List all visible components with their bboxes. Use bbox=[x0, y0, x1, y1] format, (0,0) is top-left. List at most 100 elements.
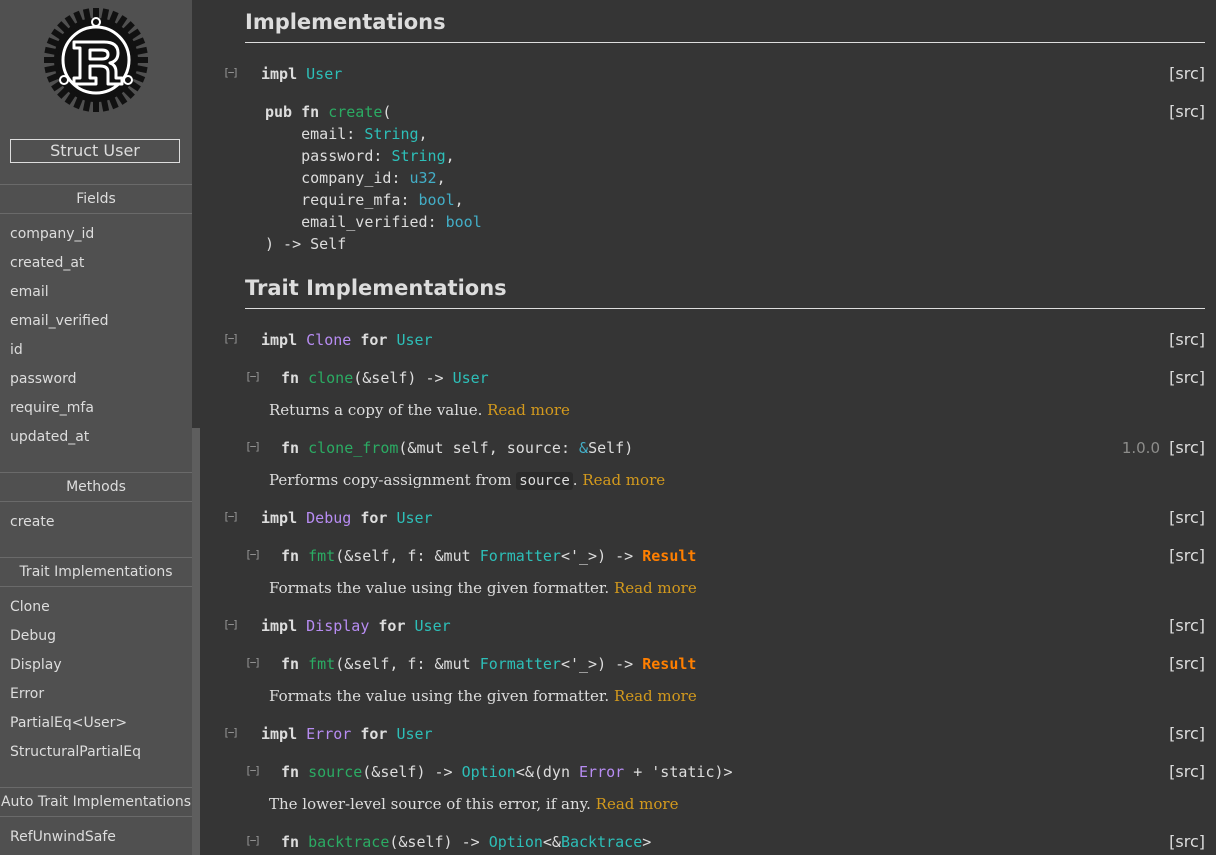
type-link[interactable]: User bbox=[396, 725, 432, 743]
sidebar-item-field[interactable]: created_at bbox=[10, 254, 84, 272]
collapse-toggle-icon[interactable]: − bbox=[245, 765, 261, 778]
read-more-link[interactable]: Read more bbox=[614, 687, 697, 705]
sidebar-item-trait-impl[interactable]: Display bbox=[10, 656, 62, 674]
fn-link[interactable]: clone_from bbox=[308, 439, 398, 457]
sidebar-item-trait-impl[interactable]: PartialEq<User> bbox=[10, 714, 127, 732]
type-link[interactable]: u32 bbox=[410, 169, 437, 187]
collapse-toggle-icon[interactable]: − bbox=[223, 333, 239, 346]
backtrace-fn-signature: fn backtrace(&self) -> Option<&Backtrace… bbox=[281, 833, 652, 851]
clone-doc: Returns a copy of the value. Read more bbox=[269, 401, 570, 419]
impl-debug-row: − impl Debug for User [src] bbox=[200, 507, 1216, 529]
sidebar-scrollbar-thumb[interactable] bbox=[192, 428, 200, 855]
sidebar-item-trait-impl[interactable]: StructuralPartialEq bbox=[10, 743, 141, 761]
src-link[interactable]: [src] bbox=[1169, 653, 1205, 675]
clone-fn-signature: fn clone(&self) -> User bbox=[281, 369, 489, 387]
type-link[interactable]: Formatter bbox=[480, 655, 561, 673]
sidebar-item-field[interactable]: email bbox=[10, 283, 49, 301]
implementations-heading: Implementations bbox=[245, 0, 1205, 43]
impl-error-row: − impl Error for User [src] bbox=[200, 723, 1216, 745]
type-link[interactable]: Formatter bbox=[480, 547, 561, 565]
fn-link[interactable]: clone bbox=[308, 369, 353, 387]
src-link[interactable]: [src] bbox=[1169, 545, 1205, 567]
sidebar-item-method[interactable]: create bbox=[10, 513, 54, 531]
collapse-toggle-icon[interactable]: − bbox=[223, 511, 239, 524]
read-more-link[interactable]: Read more bbox=[582, 471, 665, 489]
src-link[interactable]: [src] bbox=[1169, 329, 1205, 351]
read-more-link[interactable]: Read more bbox=[614, 579, 697, 597]
sidebar-item-field[interactable]: company_id bbox=[10, 225, 94, 243]
impl-clone-signature: impl Clone for User bbox=[261, 331, 433, 349]
type-link[interactable]: bool bbox=[446, 213, 482, 231]
read-more-link[interactable]: Read more bbox=[596, 795, 679, 813]
fn-link[interactable]: backtrace bbox=[308, 833, 389, 851]
trait-implementations-heading: Trait Implementations bbox=[245, 266, 1205, 309]
clone-from-doc: Performs copy-assignment from source. Re… bbox=[269, 471, 666, 490]
src-link[interactable]: [src] bbox=[1169, 367, 1205, 389]
type-link[interactable]: User bbox=[415, 617, 451, 635]
sidebar-heading-trait-implementations[interactable]: Trait Implementations bbox=[0, 557, 192, 587]
create-fn-signature: pub fn create( email: String, password: … bbox=[265, 103, 482, 253]
sidebar-item-field[interactable]: email_verified bbox=[10, 312, 108, 330]
type-link[interactable]: Option bbox=[462, 763, 516, 781]
fn-link[interactable]: source bbox=[308, 763, 362, 781]
sidebar-heading-fields[interactable]: Fields bbox=[0, 184, 192, 214]
trait-link[interactable]: Error bbox=[306, 725, 351, 743]
trait-link[interactable]: Debug bbox=[306, 509, 351, 527]
sidebar: Struct User Fields company_id created_at… bbox=[0, 0, 192, 855]
collapse-toggle-icon[interactable]: − bbox=[245, 441, 261, 454]
type-link[interactable]: Result bbox=[642, 655, 696, 673]
sidebar-item-trait-impl[interactable]: Clone bbox=[10, 598, 50, 616]
collapse-toggle-icon[interactable]: − bbox=[245, 549, 261, 562]
src-link[interactable]: [src] bbox=[1169, 761, 1205, 783]
type-link[interactable]: String bbox=[364, 125, 418, 143]
sidebar-item-auto-trait[interactable]: RefUnwindSafe bbox=[10, 828, 116, 846]
src-link[interactable]: [src] bbox=[1169, 63, 1205, 85]
src-link[interactable]: [src] bbox=[1169, 437, 1205, 459]
rust-logo-icon[interactable] bbox=[44, 8, 148, 112]
sidebar-item-trait-impl[interactable]: Error bbox=[10, 685, 44, 703]
impl-display-signature: impl Display for User bbox=[261, 617, 451, 635]
src-link[interactable]: [src] bbox=[1169, 723, 1205, 745]
sidebar-item-trait-impl[interactable]: Debug bbox=[10, 627, 56, 645]
type-link[interactable]: User bbox=[396, 331, 432, 349]
fmt-fn-signature: fn fmt(&self, f: &mut Formatter<'_>) -> … bbox=[281, 655, 697, 673]
main-content: Implementations − impl User [src] pub fn… bbox=[200, 0, 1216, 855]
src-link[interactable]: [src] bbox=[1169, 831, 1205, 853]
sidebar-item-field[interactable]: password bbox=[10, 370, 76, 388]
collapse-toggle-icon[interactable]: − bbox=[223, 727, 239, 740]
sidebar-heading-methods[interactable]: Methods bbox=[0, 472, 192, 502]
type-link[interactable]: bool bbox=[419, 191, 455, 209]
src-link[interactable]: [src] bbox=[1169, 101, 1205, 123]
clone-from-fn-signature: fn clone_from(&mut self, source: &Self) bbox=[281, 439, 634, 457]
sidebar-location-title: Struct User bbox=[10, 139, 180, 163]
src-link[interactable]: [src] bbox=[1169, 615, 1205, 637]
type-link[interactable]: Backtrace bbox=[561, 833, 642, 851]
type-link[interactable]: User bbox=[453, 369, 489, 387]
sidebar-heading-auto-trait-implementations[interactable]: Auto Trait Implementations bbox=[0, 787, 192, 817]
collapse-toggle-icon[interactable]: − bbox=[245, 371, 261, 384]
read-more-link[interactable]: Read more bbox=[487, 401, 570, 419]
collapse-toggle-icon[interactable]: − bbox=[245, 657, 261, 670]
type-link[interactable]: User bbox=[396, 509, 432, 527]
trait-link[interactable]: Display bbox=[306, 617, 369, 635]
fmt-fn-signature: fn fmt(&self, f: &mut Formatter<'_>) -> … bbox=[281, 547, 697, 565]
impl-user-signature: impl User bbox=[261, 65, 343, 83]
collapse-toggle-icon[interactable]: − bbox=[245, 835, 261, 848]
sidebar-item-field[interactable]: require_mfa bbox=[10, 399, 94, 417]
sidebar-item-field[interactable]: id bbox=[10, 341, 23, 359]
fn-link[interactable]: fmt bbox=[308, 547, 335, 565]
type-link[interactable]: Option bbox=[489, 833, 543, 851]
src-link[interactable]: [src] bbox=[1169, 507, 1205, 529]
sidebar-item-field[interactable]: updated_at bbox=[10, 428, 89, 446]
since-version: 1.0.0 bbox=[1121, 439, 1160, 457]
type-link[interactable]: User bbox=[306, 65, 342, 83]
fn-link[interactable]: create bbox=[328, 103, 382, 121]
trait-link[interactable]: Clone bbox=[306, 331, 351, 349]
type-link[interactable]: Result bbox=[642, 547, 696, 565]
trait-link[interactable]: Error bbox=[579, 763, 624, 781]
type-link[interactable]: String bbox=[391, 147, 445, 165]
collapse-toggle-icon[interactable]: − bbox=[223, 619, 239, 632]
clone-fn-row: − fn clone(&self) -> User [src] bbox=[200, 367, 1216, 389]
fn-link[interactable]: fmt bbox=[308, 655, 335, 673]
collapse-toggle-icon[interactable]: − bbox=[223, 67, 239, 80]
